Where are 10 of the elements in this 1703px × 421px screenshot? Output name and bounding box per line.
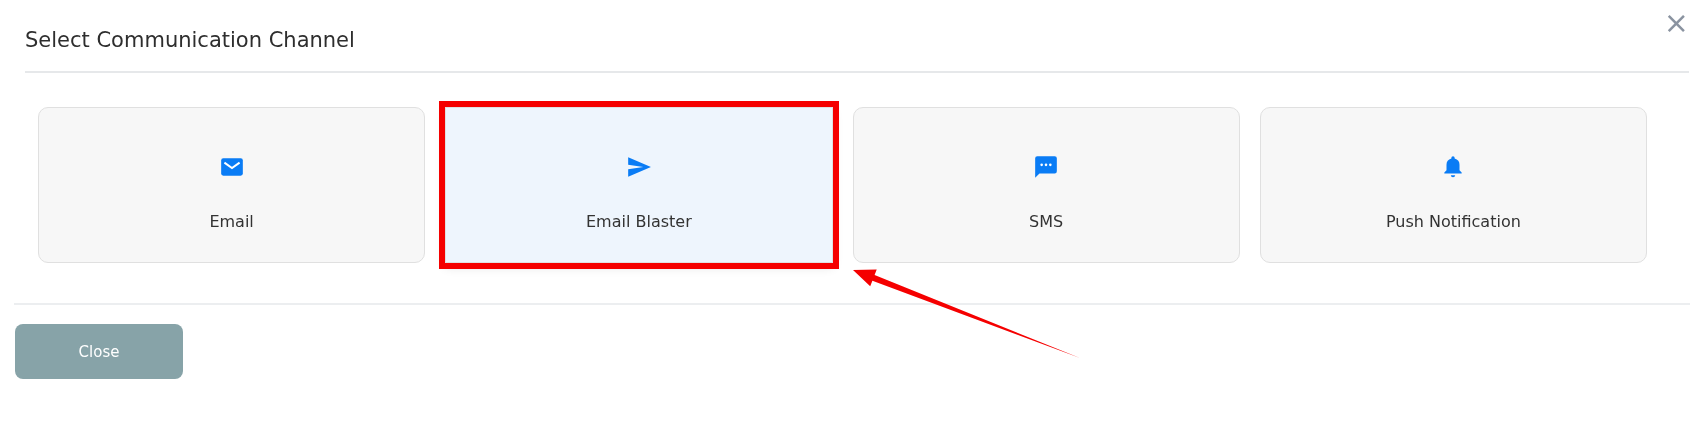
channel-label: SMS [1029, 212, 1064, 231]
dialog-title: Select Communication Channel [25, 28, 355, 52]
channel-label: Email [209, 212, 254, 231]
channel-card[interactable]: SMS [852, 107, 1240, 263]
channel-label: Push Notification [1385, 212, 1521, 231]
channel-card[interactable]: Push Notification [1259, 107, 1647, 263]
chat-bubble-icon [1033, 154, 1060, 180]
send-icon [625, 154, 652, 180]
channel-label: Email Blaster [586, 212, 692, 231]
channel-card[interactable]: Email [38, 107, 426, 263]
